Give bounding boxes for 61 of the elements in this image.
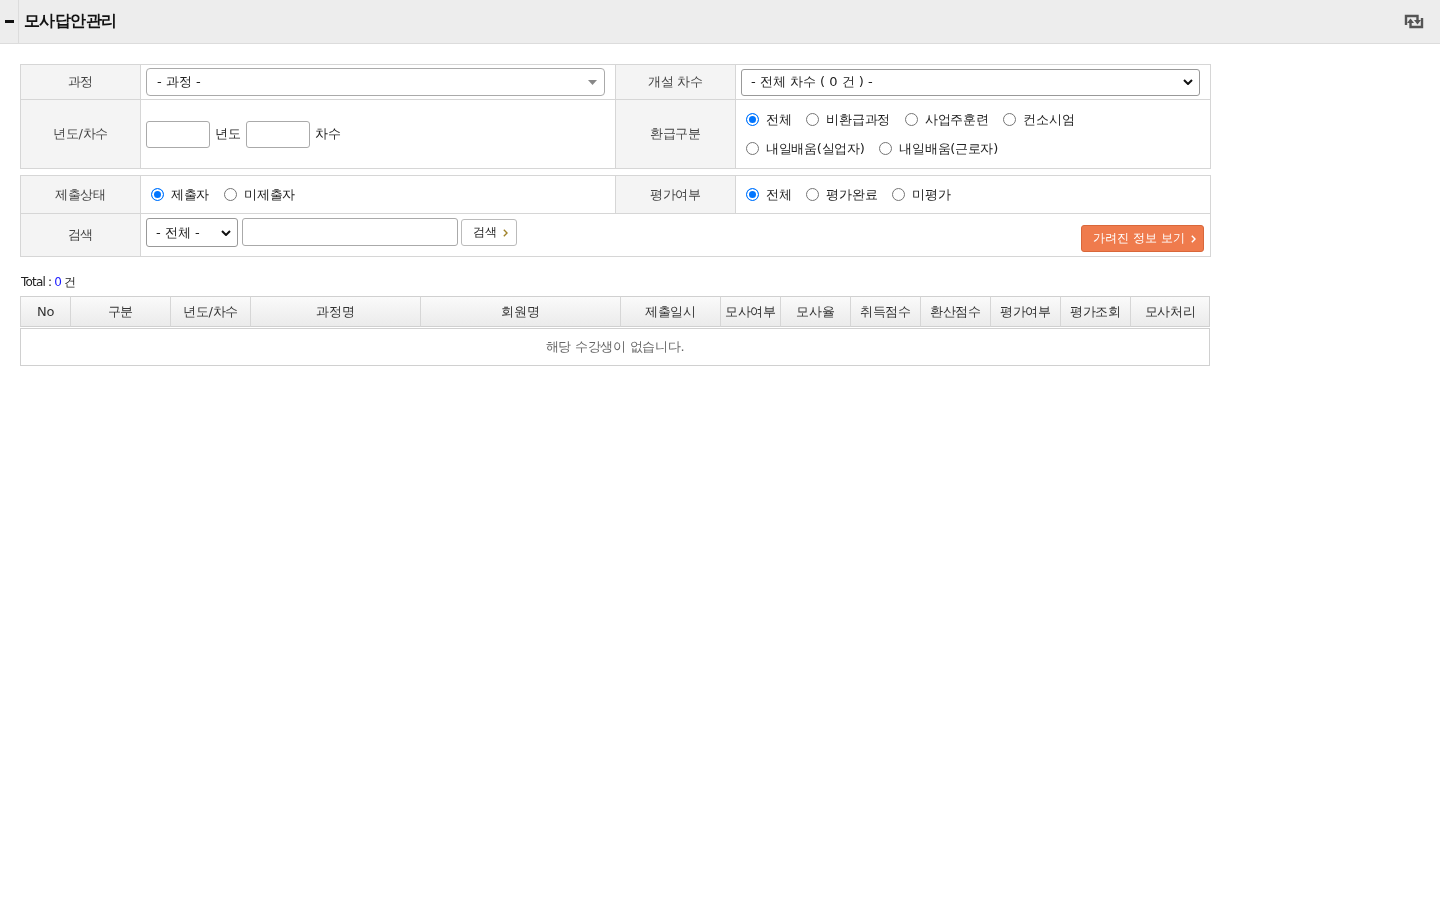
column-header: 취득점수: [850, 296, 920, 327]
search-type-select[interactable]: - 전체 -: [146, 218, 238, 247]
field-label: 검색: [67, 227, 94, 242]
radio-button[interactable]: [746, 188, 759, 201]
session-select[interactable]: - 전체 차수 ( 0 건 ) -: [741, 68, 1200, 96]
radio-button[interactable]: [224, 188, 238, 201]
course-select[interactable]: - 과정 -: [146, 68, 605, 96]
radio-label[interactable]: 평가완료: [826, 185, 878, 204]
refresh-icon[interactable]: [1402, 13, 1426, 30]
column-header: 모사처리: [1130, 296, 1210, 327]
radio-label[interactable]: 사업주훈련: [924, 110, 989, 129]
field-label: 개설 차수: [648, 74, 703, 89]
page-title: 모사답안관리: [24, 11, 117, 32]
year-suffix: 년도: [215, 125, 241, 143]
radio-label[interactable]: 전체: [766, 110, 792, 129]
column-header: 제출일시: [620, 296, 720, 327]
radio-button[interactable]: [806, 188, 820, 201]
radio-label[interactable]: 미평가: [912, 185, 951, 204]
total-count: Total : 0 건: [20, 275, 76, 289]
radio-label[interactable]: 내일배움(실업자): [766, 139, 865, 158]
column-header: 평가조회: [1060, 296, 1130, 327]
field-label: 과정: [67, 74, 94, 89]
column-header: 환산점수: [920, 296, 990, 327]
year-field[interactable]: [146, 120, 210, 148]
field-label: 제출상태: [55, 186, 106, 202]
caret-icon: [221, 229, 231, 236]
caret-icon: [588, 79, 597, 85]
column-header: 평가여부: [990, 296, 1060, 327]
search-field[interactable]: [242, 218, 458, 246]
column-header: No: [20, 296, 70, 327]
radio-button[interactable]: [1003, 113, 1017, 126]
chevron-right-icon: [503, 228, 508, 237]
radio-button[interactable]: [892, 188, 906, 201]
column-header: 모사율: [780, 296, 850, 327]
chevron-right-icon: [1191, 234, 1196, 243]
column-header: 모사여부: [720, 296, 780, 327]
radio-label[interactable]: 비환급과정: [826, 110, 890, 129]
radio-label[interactable]: 내일배움(근로자): [899, 139, 998, 158]
column-header: 회원명: [420, 296, 620, 327]
radio-label[interactable]: 미제출자: [244, 185, 295, 204]
radio-button[interactable]: [879, 142, 893, 155]
caret-icon: [1183, 79, 1193, 85]
radio-label[interactable]: 컨소시엄: [1023, 110, 1075, 129]
column-header: 년도/차수: [170, 296, 250, 327]
radio-button[interactable]: [806, 113, 820, 126]
radio-button[interactable]: [904, 113, 918, 126]
minus-icon[interactable]: [4, 20, 14, 23]
search-button[interactable]: 검색: [461, 219, 517, 246]
radio-button[interactable]: [746, 142, 759, 155]
field-label: 평가여부: [650, 186, 701, 202]
empty-message: 해당 수강생이 없습니다.: [545, 338, 685, 356]
field-label: 년도/차수: [53, 126, 108, 141]
round-suffix: 차수: [315, 125, 341, 143]
column-header: 과정명: [250, 296, 420, 327]
radio-button[interactable]: [746, 113, 759, 126]
radio-label[interactable]: 제출자: [171, 185, 210, 204]
radio-button[interactable]: [151, 188, 164, 201]
field-label: 환급구분: [650, 126, 701, 141]
radio-label[interactable]: 전체: [766, 185, 792, 204]
round-field[interactable]: [246, 120, 310, 148]
column-header: 구분: [70, 296, 170, 327]
